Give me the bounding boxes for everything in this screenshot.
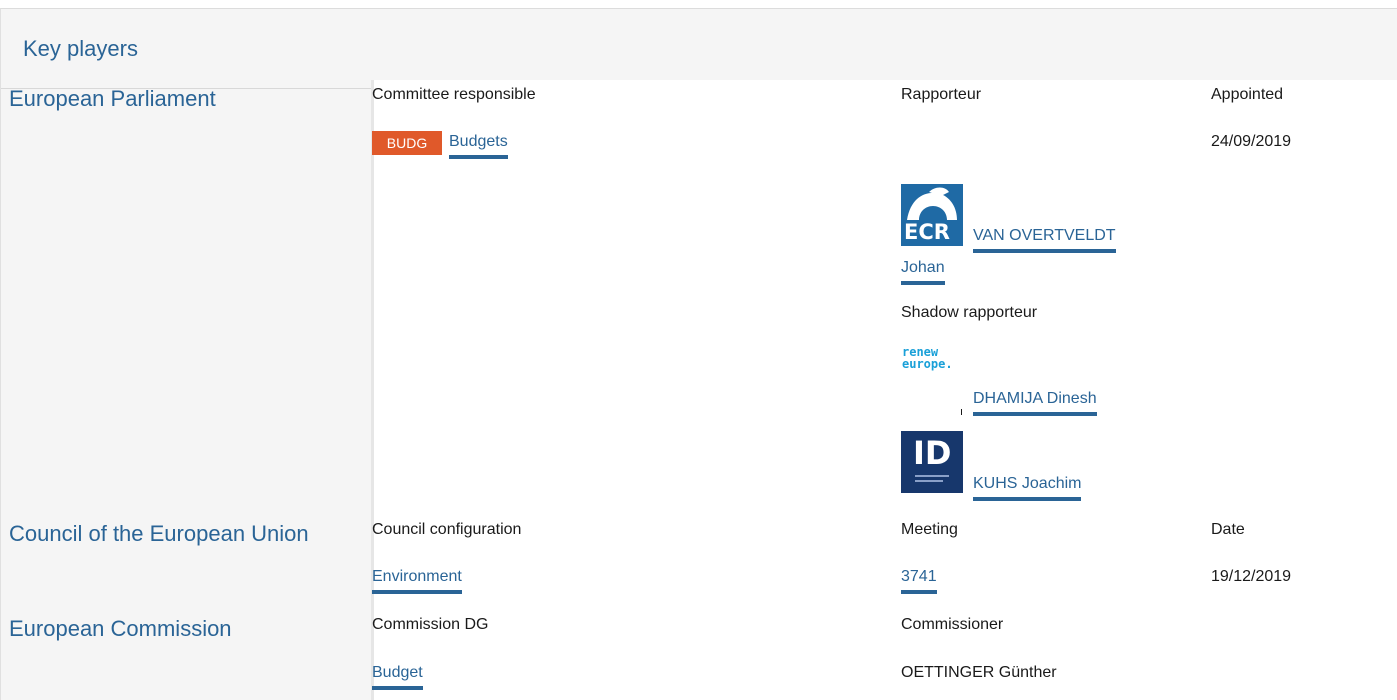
council-config-link[interactable]: Environment: [372, 568, 462, 594]
id-logo-text: ID: [913, 434, 952, 472]
appointed-date: 24/09/2019: [1211, 133, 1292, 150]
institution-parliament: European Parliament: [9, 86, 216, 111]
rapporteur-header: Rapporteur: [901, 86, 982, 103]
rapporteur-name-link[interactable]: VAN OVERTVELDT: [973, 227, 1116, 253]
committee-budgets-link[interactable]: Budgets: [449, 133, 508, 159]
meeting-header: Meeting: [901, 521, 958, 538]
meeting-link[interactable]: 3741: [901, 568, 937, 594]
panel-title: Key players: [23, 36, 138, 61]
shadow-dhamija-link[interactable]: DHAMIJA Dinesh: [973, 390, 1097, 416]
id-logo-caption-line: [915, 480, 943, 482]
shadow-rapporteur-header: Shadow rapporteur: [901, 304, 1038, 321]
details-area: [371, 80, 1397, 700]
id-group-logo: ID: [901, 431, 963, 493]
council-date: 19/12/2019: [1211, 568, 1292, 585]
institution-council: Council of the European Union: [9, 521, 309, 546]
commissioner-name: OETTINGER Günther: [901, 664, 1057, 681]
commission-dg-header: Commission DG: [372, 616, 489, 633]
shadow-kuhs-link[interactable]: KUHS Joachim: [973, 475, 1082, 501]
committee-responsible-header: Committee responsible: [372, 86, 536, 103]
institution-commission: European Commission: [9, 616, 232, 641]
date-header: Date: [1211, 521, 1245, 538]
id-logo-caption-line: [915, 475, 949, 477]
renew-europe-group-logo: renew europe.: [901, 343, 963, 415]
ecr-group-logo: ECR: [901, 184, 963, 246]
renew-logo-mark: [961, 409, 962, 415]
renew-logo-line2: europe.: [902, 357, 953, 371]
ecr-logo-text: ECR: [904, 220, 950, 244]
commission-dg-link[interactable]: Budget: [372, 664, 423, 690]
appointed-header: Appointed: [1211, 86, 1284, 103]
commissioner-header: Commissioner: [901, 616, 1004, 633]
committee-badge: BUDG: [372, 131, 442, 155]
rapporteur-firstname-link[interactable]: Johan: [901, 259, 945, 285]
council-configuration-header: Council configuration: [372, 521, 522, 538]
